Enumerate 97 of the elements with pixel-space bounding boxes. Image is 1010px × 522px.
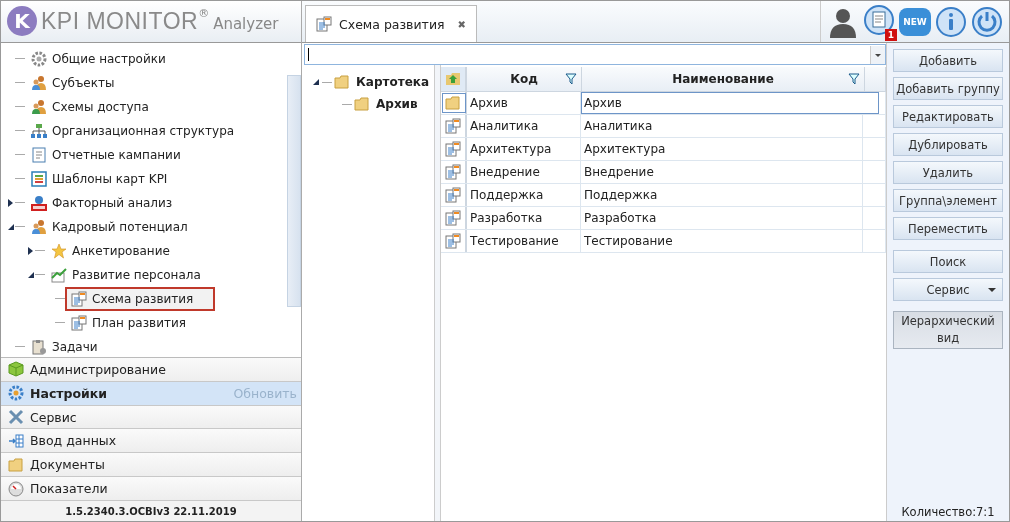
table-cell: Архив: [581, 92, 879, 114]
table-cell: Аналитика: [581, 115, 863, 137]
section-header[interactable]: Сервис: [1, 405, 301, 430]
nav-tree-item[interactable]: Субъекты: [25, 70, 137, 95]
section-header[interactable]: Администрирование: [1, 357, 301, 382]
folder-icon: [8, 456, 24, 473]
action-button[interactable]: Дублировать: [893, 133, 1003, 156]
filter-combo-field[interactable]: [304, 44, 886, 65]
document-icon: [316, 16, 332, 32]
table-cell: Разработка: [467, 207, 581, 229]
table-cell: Архитектура: [581, 138, 863, 160]
collapse-arrow-icon[interactable]: [312, 78, 320, 86]
document-icon: [445, 164, 461, 180]
table-cell: Внедрение: [467, 161, 581, 183]
folder-tree-item[interactable]: Архив: [376, 97, 418, 111]
document-tab[interactable]: Схема развития ✖: [305, 5, 477, 42]
nav-tree-item[interactable]: Схемы доступа: [25, 94, 171, 119]
logo-edition: Analyzer: [213, 15, 279, 34]
info-icon[interactable]: [935, 5, 967, 38]
table-cell: Архив: [467, 92, 581, 114]
expand-arrow-icon[interactable]: [27, 246, 35, 255]
nav-tree-item[interactable]: Шаблоны карт KPI: [25, 166, 190, 191]
data-input-icon: [8, 432, 24, 449]
up-level-button[interactable]: [441, 67, 467, 91]
section-header[interactable]: Настройки Обновить: [1, 381, 301, 406]
action-button[interactable]: Поиск: [893, 250, 1003, 273]
nav-tree-item[interactable]: Схема развития: [65, 286, 216, 311]
action-button[interactable]: Удалить: [893, 161, 1003, 184]
toggle-button[interactable]: Иерархический вид: [893, 311, 1003, 349]
people-icon: [31, 218, 47, 235]
notebook-icon[interactable]: [863, 4, 895, 36]
caret-icon: [988, 285, 996, 294]
logo-name: KPI MONITOR: [41, 7, 199, 35]
folder-tree-item[interactable]: Картотека: [356, 75, 430, 89]
gear-icon: [8, 385, 24, 402]
filter-icon[interactable]: [848, 73, 860, 85]
action-button[interactable]: Добавить: [893, 49, 1003, 72]
table-cell: Тестирование: [467, 230, 581, 252]
table-cell: Тестирование: [581, 230, 863, 252]
chart-icon: [51, 266, 67, 283]
document-icon: [445, 233, 461, 249]
folder-icon: [334, 74, 350, 90]
dropdown-button[interactable]: Сервис: [893, 278, 1003, 301]
notification-badge: 1: [884, 29, 897, 41]
action-button[interactable]: Редактировать: [893, 105, 1003, 128]
column-header[interactable]: Код: [467, 67, 582, 91]
clipboard-icon: [31, 338, 47, 355]
nav-tree-item[interactable]: Организационная структура: [25, 118, 257, 143]
nav-tree-item[interactable]: Развитие персонала: [45, 262, 223, 287]
nav-tree-item[interactable]: Факторный анализ: [25, 190, 195, 215]
document-icon: [445, 187, 461, 203]
nav-tree-item[interactable]: Отчетные кампании: [25, 142, 203, 167]
folder-icon: [445, 95, 461, 111]
document-icon: [71, 290, 87, 307]
section-header[interactable]: Показатели: [1, 477, 301, 502]
document-icon: [445, 141, 461, 157]
collapse-arrow-icon[interactable]: [7, 222, 15, 231]
table-cell: Внедрение: [581, 161, 863, 183]
action-button[interactable]: Группа\элемент: [893, 189, 1003, 212]
version-label: 1.5.2340.3.OCBIv3 22.11.2019: [1, 501, 301, 521]
document-icon: [71, 314, 87, 331]
record-count: Количество:7:1: [901, 505, 995, 521]
expand-arrow-icon[interactable]: [7, 198, 15, 207]
table-cell: Разработка: [581, 207, 863, 229]
org-chart-icon: [31, 122, 47, 139]
table-cell: Поддержка: [581, 184, 863, 206]
cube-icon: [8, 361, 24, 378]
nav-tree-item[interactable]: Анкетирование: [45, 238, 192, 263]
logo-mark: K: [7, 6, 37, 37]
action-button[interactable]: Добавить группу: [893, 77, 1003, 100]
filter-icon[interactable]: [565, 73, 577, 85]
nav-tree-item[interactable]: Общие настройки: [25, 46, 188, 71]
document-icon: [445, 118, 461, 134]
people-icon: [31, 98, 47, 115]
registered-mark: ®: [198, 7, 210, 20]
section-header[interactable]: Документы: [1, 453, 301, 478]
column-header[interactable]: Наименование: [582, 67, 865, 91]
action-button[interactable]: Переместить: [893, 217, 1003, 240]
close-button[interactable]: ✖: [457, 18, 466, 30]
template-icon: [31, 170, 47, 187]
nav-tree-item[interactable]: План развития: [65, 310, 208, 335]
power-icon[interactable]: [971, 5, 1003, 38]
notebook-icon: [31, 146, 47, 163]
star-icon: [51, 242, 67, 259]
document-icon: [445, 210, 461, 226]
folder-icon: [354, 96, 370, 112]
nav-tree-item[interactable]: Кадровый потенциал: [25, 214, 210, 239]
section-header[interactable]: Ввод данных: [1, 429, 301, 454]
table-cell: Архитектура: [467, 138, 581, 160]
nav-tree-item[interactable]: Задачи: [25, 334, 120, 357]
gauge-icon: [8, 480, 24, 497]
folder-up-icon: [445, 71, 461, 87]
table-cell: Поддержка: [467, 184, 581, 206]
people-icon: [31, 74, 47, 91]
table-cell: Аналитика: [467, 115, 581, 137]
collapse-arrow-icon[interactable]: [27, 270, 35, 279]
gear-icon: [31, 50, 47, 67]
